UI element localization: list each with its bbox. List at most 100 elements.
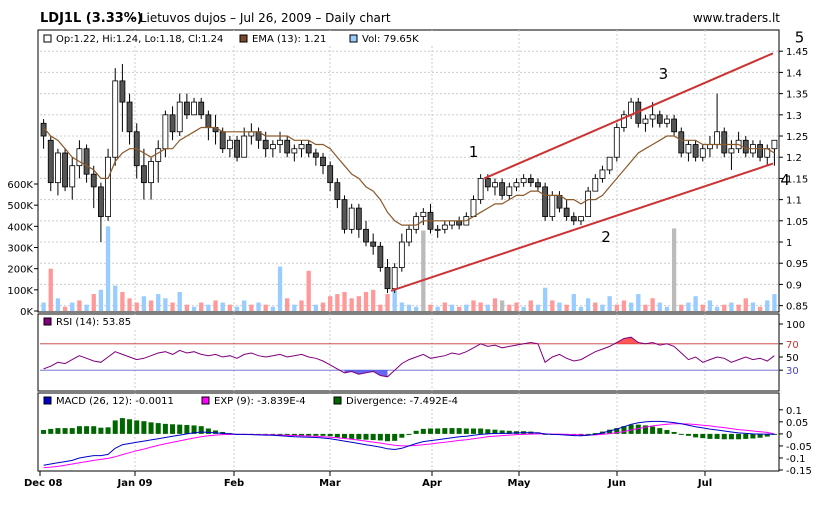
volume-bar [363,291,369,311]
divergence-bar [198,426,204,434]
divergence-bar [392,433,398,441]
divergence-bar [370,433,376,441]
candle-body [592,178,599,192]
volume-bar [163,298,168,311]
price-tick-label: 1.25 [786,132,808,143]
macd-tick-label: 0 [786,430,792,441]
divergence-bar [377,433,383,441]
exp-swatch [201,396,210,405]
candle-body [183,101,190,116]
divergence-bar [356,433,362,440]
divergence-bar [177,424,183,434]
divergence-bar [313,433,319,436]
price-tick-label: 1.15 [786,174,808,185]
volume-bar [134,302,139,311]
candle-body [55,152,61,184]
divergence-bar [406,433,412,435]
price-tick-label: 1.35 [786,90,808,101]
volume-bar [521,306,526,311]
divergence-bar [91,426,97,434]
vol-swatch [349,34,358,43]
x-tick-label: Jan 09 [117,478,153,489]
candle-body [62,152,68,188]
volume-bar [492,298,498,311]
candle-body [284,139,291,154]
candle-body [563,207,570,217]
volume-bar [270,306,276,311]
divergence-bar [743,433,749,439]
candle-body [492,182,498,188]
volume-bar [349,298,354,311]
divergence-bar [306,433,312,436]
volume-bar [306,270,311,311]
price-tick-label: 0.9 [786,280,802,291]
volume-bar [664,306,670,311]
divergence-bar [399,433,405,438]
candle-body [441,224,448,230]
volume-bar [636,294,641,311]
volume-bar [428,304,433,311]
candle-body [678,131,685,154]
rsi-legend: RSI (14): 53.85 [39,315,139,328]
divergence-bar [205,428,211,434]
x-tick-label: Apr [422,478,442,489]
volume-bar [84,304,89,311]
candle-body [219,131,226,150]
volume-bar [120,291,125,311]
volume-bar [184,304,190,311]
volume-bar [399,302,404,311]
candle-body [434,228,441,231]
candle-body [169,114,176,133]
volume-bar [700,304,705,311]
volume-bar [127,298,132,311]
x-tick-label: Jul [697,478,712,489]
volume-bar [156,294,161,311]
volume-bar [105,226,111,311]
candle-body [520,178,527,184]
volume-bar [650,298,655,311]
candle-body [542,186,549,217]
candle-body [298,144,305,150]
rsi-swatch [43,317,52,326]
stock-chart: LDJ1L (3.33%) – Lietuvos dujos – Jul 26,… [7,11,812,489]
candle-body [90,173,97,188]
candle-body [742,139,749,154]
candle-body [449,220,455,226]
volume-tick-label: 200K [7,265,33,276]
divergence-bar [721,433,727,440]
volume-bar [371,289,376,311]
volume-bar [485,304,490,311]
rsi-tick-label: 70 [786,340,799,351]
macd-tick-label: 0.05 [786,418,808,429]
volume-bar [220,302,225,311]
candle-body [556,194,563,209]
candle-body [570,216,577,222]
volume-bar [234,306,240,311]
macd-tick-label: -0.1 [786,454,806,465]
volume-bar [328,296,333,311]
rsi-tick-label: 30 [786,366,799,377]
volume-bar [593,302,598,311]
volume-bar [342,291,347,311]
divergence-bar [470,428,476,434]
volume-bar [414,306,419,311]
candle-body [334,182,341,201]
volume-bar [70,302,75,311]
volume-bar [206,304,211,311]
divergence-bar [363,433,369,440]
site-link[interactable]: www.traders.lt [693,11,780,25]
volume-bar [736,304,741,311]
volume-bar [277,266,283,311]
volume-tick-label: 100K [7,286,33,297]
volume-bar [77,300,82,311]
price-tick-label: 0.95 [786,259,808,270]
divergence-legend-text: Divergence: -7.492E-4 [346,396,458,407]
candle-body [341,199,348,230]
candle-body [606,156,613,171]
volume-bar [91,294,96,311]
candle-body [377,245,384,268]
volume-bar [378,304,383,311]
x-tick-label: Dec 08 [24,478,62,489]
divergence-bar [442,428,448,434]
chart-ticker: LDJ1L (3.33%) [40,11,143,26]
